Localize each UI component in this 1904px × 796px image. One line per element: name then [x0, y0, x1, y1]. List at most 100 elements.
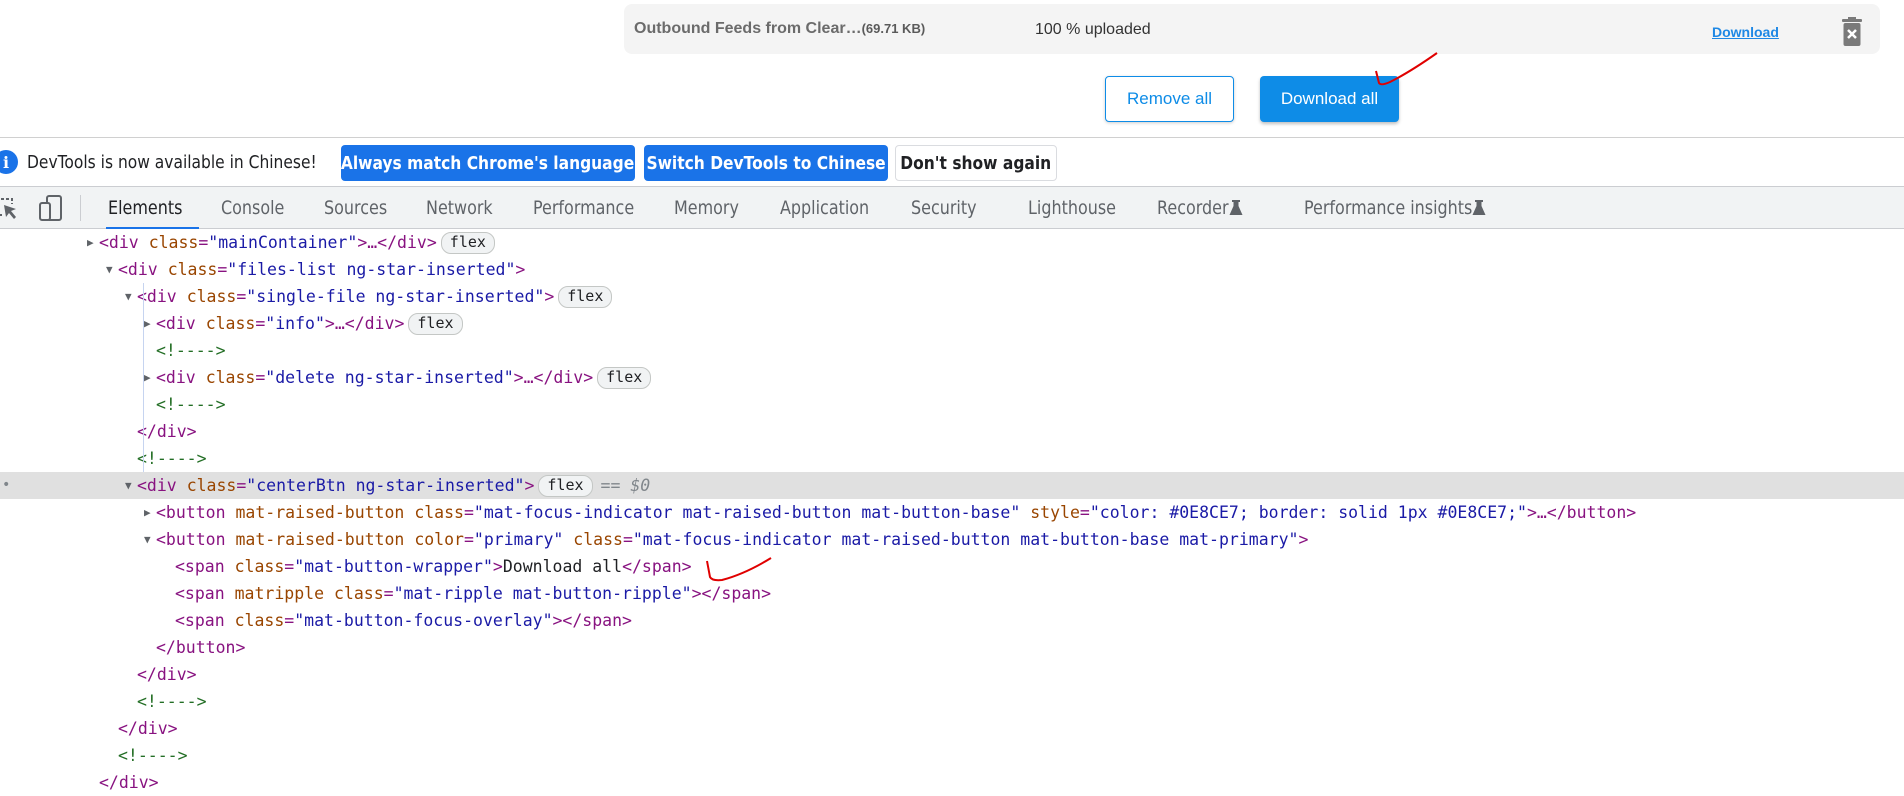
dom-node-row[interactable]: </div>	[0, 715, 1904, 742]
tab-lighthouse[interactable]: Lighthouse	[1028, 187, 1133, 228]
upload-status: 100 % uploaded	[1035, 21, 1151, 38]
tab-label: Lighthouse	[1028, 196, 1116, 219]
attribute-value: "info"	[265, 314, 325, 333]
dom-node-markup: <span class="mat-button-focus-overlay"><…	[175, 607, 632, 634]
attribute-equals: =	[383, 584, 394, 603]
tab-label: Performance	[533, 196, 635, 219]
flex-badge[interactable]: flex	[597, 366, 652, 389]
tab-label: Application	[780, 196, 870, 219]
dom-node-row[interactable]: ▼ <button mat-raised-button color="primar…	[0, 526, 1904, 553]
dont-show-again-button[interactable]: Don't show again	[895, 145, 1057, 181]
dom-node-row[interactable]: <!---->	[0, 445, 1904, 472]
tab-console[interactable]: Console	[221, 187, 296, 228]
attribute-name: class	[234, 557, 285, 576]
tag-tail: ></span>	[691, 584, 772, 603]
tab-label: Sources	[324, 196, 388, 219]
tag-name: <div	[99, 233, 139, 252]
dom-node-row[interactable]: <!---->	[0, 391, 1904, 418]
tab-performance[interactable]: Performance	[533, 187, 653, 228]
dom-node-row[interactable]: <!---->	[0, 688, 1904, 715]
attribute-name: class	[148, 233, 199, 252]
closing-tag: </div>	[137, 422, 197, 441]
dom-node-row[interactable]: ▶ <div class="mainContainer">…</div> flex	[0, 229, 1904, 256]
flex-badge[interactable]: flex	[538, 474, 593, 497]
dom-node-row[interactable]: ▶ <button mat-raised-button class="mat-fo…	[0, 499, 1904, 526]
html-comment: <!---->	[156, 341, 226, 360]
tag-name: <div	[156, 314, 196, 333]
elements-dom-tree: ▶ <div class="mainContainer">…</div> flex ▼…	[0, 229, 1904, 792]
collapse-triangle-icon[interactable]: ▼	[106, 256, 118, 283]
attribute-equals: =	[255, 314, 266, 333]
tag-name: <span	[175, 584, 225, 603]
attribute-value: "mat-focus-indicator mat-raised-button m…	[632, 530, 1299, 549]
collapse-triangle-icon[interactable]: ▼	[144, 526, 156, 553]
tab-performance-insights[interactable]: Performance insights	[1304, 187, 1486, 228]
download-link[interactable]: Download	[1712, 24, 1779, 40]
html-comment: <!---->	[137, 449, 207, 468]
dom-node-markup: </div>	[137, 661, 197, 688]
tab-elements[interactable]: Elements	[106, 187, 199, 229]
dom-node-markup: <!---->	[156, 337, 226, 364]
tab-sources[interactable]: Sources	[324, 187, 399, 228]
attribute-value: "files-list ng-star-inserted"	[227, 260, 516, 279]
tag-name: <div	[156, 368, 196, 387]
collapse-triangle-icon[interactable]: ▼	[125, 283, 137, 310]
flex-badge[interactable]: flex	[440, 231, 495, 254]
dom-node-row[interactable]: <span class="mat-button-focus-overlay"><…	[0, 607, 1904, 634]
dom-node-row[interactable]: <span class="mat-button-wrapper">Downloa…	[0, 553, 1904, 580]
tag-tail: ></span>	[552, 611, 632, 630]
html-comment: <!---->	[156, 395, 226, 414]
devtools-language-infobar: i DevTools is now available in Chinese! …	[0, 138, 1904, 187]
tab-application[interactable]: Application	[780, 187, 886, 228]
attribute-name: class	[186, 287, 237, 306]
tab-network[interactable]: Network	[426, 187, 505, 228]
expand-triangle-icon[interactable]: ▶	[144, 499, 156, 526]
device-toolbar-icon[interactable]	[38, 195, 64, 221]
tab-security[interactable]: Security	[911, 187, 989, 228]
attribute-value: "color: #0E8CE7; border: solid 1px #0E8C…	[1089, 503, 1527, 522]
attribute-value: "mat-ripple mat-button-ripple"	[393, 584, 692, 603]
inspect-element-icon[interactable]	[0, 195, 20, 221]
dom-node-row[interactable]: </div>	[0, 769, 1904, 796]
switch-to-chinese-button[interactable]: Switch DevTools to Chinese	[644, 145, 888, 181]
dom-node-row[interactable]: </div>	[0, 418, 1904, 445]
dom-node-row[interactable]: ▼ <div class="files-list ng-star-inserted…	[0, 256, 1904, 283]
collapse-triangle-icon[interactable]: ▼	[125, 472, 137, 499]
tab-label: Recorder	[1157, 196, 1229, 219]
dom-node-row[interactable]: <!---->	[0, 742, 1904, 769]
expand-triangle-icon[interactable]: ▶	[87, 229, 99, 256]
always-match-language-label: Always match Chrome's language	[341, 152, 635, 174]
tab-label: Console	[221, 196, 285, 219]
dom-node-markup: <div class="centerBtn ng-star-inserted">…	[137, 472, 650, 499]
dom-node-row[interactable]: </button>	[0, 634, 1904, 661]
flex-badge[interactable]: flex	[408, 312, 463, 335]
attribute-value: "centerBtn ng-star-inserted"	[246, 476, 525, 495]
dom-node-row[interactable]: <!---->	[0, 337, 1904, 364]
dom-node-row[interactable]: </div>	[0, 661, 1904, 688]
experiment-flask-icon	[1472, 199, 1486, 215]
always-match-language-button[interactable]: Always match Chrome's language	[341, 145, 635, 181]
dom-node-row[interactable]: ▶ <div class="delete ng-star-inserted">…<…	[0, 364, 1904, 391]
attribute-name: color	[414, 530, 464, 549]
flex-badge[interactable]: flex	[558, 285, 613, 308]
attribute-name: class	[573, 530, 623, 549]
trash-icon[interactable]	[1842, 17, 1862, 47]
devtools-tabbar: Elements Console Sources Network Performance…	[0, 187, 1904, 229]
expand-triangle-icon[interactable]: ▶	[144, 364, 156, 391]
dom-node-markup: <button mat-raised-button color="primary…	[156, 526, 1308, 553]
dom-node-markup: <!---->	[118, 742, 188, 769]
download-all-button[interactable]: Download all	[1260, 76, 1399, 122]
dom-node-row[interactable]: ▼ <div class="single-file ng-star-inserte…	[0, 283, 1904, 310]
dom-node-row-selected[interactable]: • ▼ <div class="centerBtn ng-star-inserted…	[0, 472, 1904, 499]
tab-recorder[interactable]: Recorder	[1157, 187, 1243, 228]
dom-node-row[interactable]: <span matripple class="mat-ripple mat-bu…	[0, 580, 1904, 607]
dom-node-row[interactable]: ▶ <div class="info">…</div> flex	[0, 310, 1904, 337]
expand-triangle-icon[interactable]: ▶	[144, 310, 156, 337]
attribute-name: matripple	[234, 584, 325, 603]
tab-memory[interactable]: Memory	[674, 187, 751, 228]
dont-show-again-label: Don't show again	[900, 152, 1052, 174]
dom-node-markup: <div class="mainContainer">…</div> flex	[99, 229, 495, 256]
remove-all-button[interactable]: Remove all	[1105, 76, 1234, 122]
file-name-text: Outbound Feeds from Clear…	[634, 20, 862, 37]
attribute-name: class	[333, 584, 384, 603]
